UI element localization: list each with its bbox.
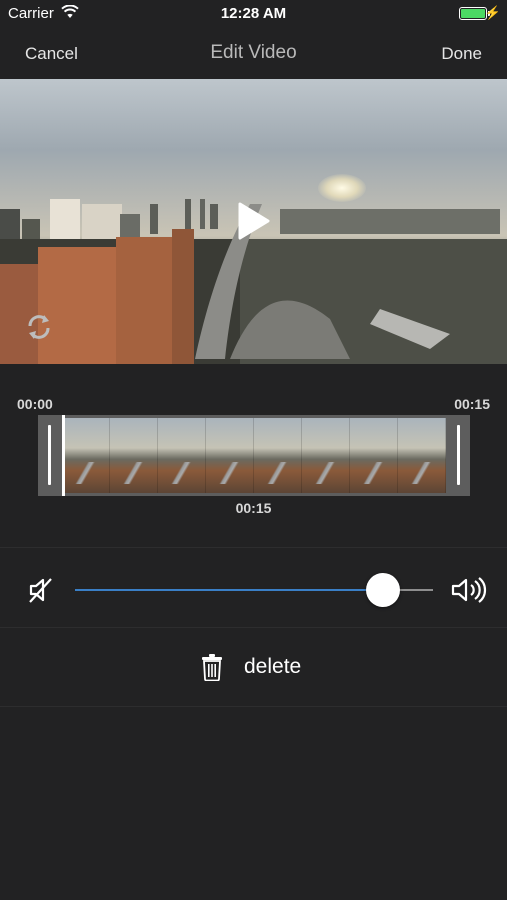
play-icon[interactable] [238, 202, 270, 240]
done-button[interactable]: Done [441, 44, 482, 64]
delete-label: delete [244, 655, 302, 678]
filmstrip-frame [302, 418, 350, 493]
filmstrip-frame [398, 418, 446, 493]
trim-timeline[interactable] [38, 415, 470, 496]
trim-left-handle[interactable] [48, 425, 51, 485]
filmstrip-frame [254, 418, 302, 493]
page-title: Edit Video [210, 42, 297, 63]
video-preview[interactable] [0, 79, 507, 364]
filmstrip-frame [110, 418, 158, 493]
trim-start-time: 00:00 [17, 396, 53, 412]
status-time: 12:28 AM [220, 5, 287, 22]
navigation-bar: Cancel Edit Video Done [0, 28, 507, 78]
sun-glow [318, 174, 366, 202]
volume-slider[interactable] [75, 573, 433, 607]
charging-icon: ⚡ [484, 5, 501, 20]
battery-icon [459, 7, 490, 20]
filmstrip-frame [62, 418, 110, 493]
trash-icon [202, 654, 222, 681]
playhead[interactable] [62, 415, 65, 496]
current-time: 00:15 [235, 500, 272, 516]
loop-icon[interactable] [24, 312, 54, 342]
trim-right-handle[interactable] [457, 425, 460, 485]
filmstrip-frame [206, 418, 254, 493]
divider [0, 706, 507, 707]
trim-end-time: 00:15 [454, 396, 490, 412]
delete-button[interactable]: delete [0, 628, 507, 706]
filmstrip-frame [350, 418, 398, 493]
status-bar: Carrier 12:28 AM ⚡ [0, 0, 507, 28]
speaker-mute-icon[interactable] [27, 575, 57, 605]
filmstrip [62, 418, 446, 493]
volume-slider-thumb[interactable] [365, 573, 400, 607]
divider [0, 547, 507, 548]
speaker-loud-icon[interactable] [450, 575, 490, 605]
filmstrip-frame [158, 418, 206, 493]
volume-slider-fill [75, 589, 383, 591]
